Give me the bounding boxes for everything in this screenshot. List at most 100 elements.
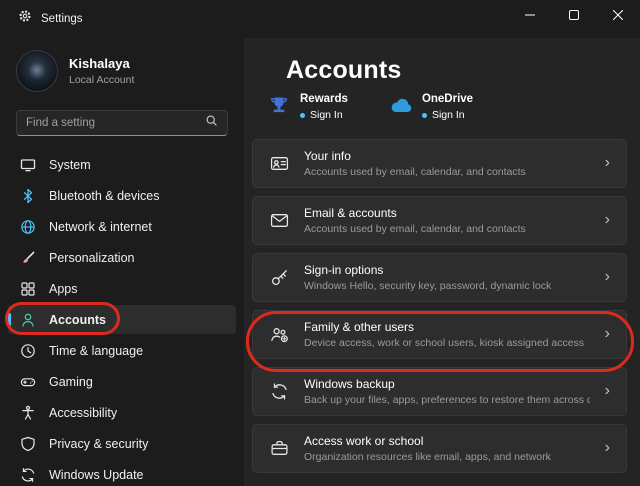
row-description: Accounts used by email, calendar, and co… (304, 223, 590, 235)
sidebar-item-gaming[interactable]: Gaming (8, 367, 236, 396)
chevron-right-icon: › (605, 440, 610, 458)
page-title: Accounts (286, 56, 627, 85)
row-title: Sign-in options (304, 263, 590, 277)
window-controls (508, 0, 640, 30)
bullet-dot-icon (422, 113, 427, 118)
sign-in-label: Sign In (310, 109, 343, 121)
gaming-icon (20, 374, 36, 390)
rewards-icon (266, 94, 291, 116)
settings-row-windows-backup[interactable]: Windows backup Back up your files, apps,… (252, 367, 627, 416)
search-box[interactable] (16, 110, 228, 136)
windows-update-icon (20, 467, 36, 483)
chevron-right-icon: › (605, 155, 610, 173)
row-text: Access work or school Organization resou… (304, 434, 590, 463)
close-button[interactable] (596, 0, 640, 30)
user-profile[interactable]: Kishalaya Local Account (0, 38, 244, 106)
sidebar-item-label: Bluetooth & devices (49, 189, 160, 203)
onedrive-promo-text: OneDrive Sign In (422, 93, 473, 121)
chevron-right-icon: › (605, 326, 610, 344)
system-icon (20, 157, 36, 173)
sidebar-item-label: Time & language (49, 344, 143, 358)
work-school-icon (269, 439, 289, 458)
settings-row-email-accounts[interactable]: Email & accounts Accounts used by email,… (252, 196, 627, 245)
sidebar-item-time-language[interactable]: Time & language (8, 336, 236, 365)
sign-in-label: Sign In (432, 109, 465, 121)
onedrive-title: OneDrive (422, 93, 473, 105)
row-text: Email & accounts Accounts used by email,… (304, 206, 590, 235)
sidebar-item-accounts[interactable]: Accounts (8, 305, 236, 334)
sidebar-item-label: Accessibility (49, 406, 117, 420)
family-users-icon (269, 325, 289, 344)
sidebar-item-label: Network & internet (49, 220, 152, 234)
bullet-dot-icon (300, 113, 305, 118)
maximize-icon (569, 10, 579, 20)
sidebar-item-network-internet[interactable]: Network & internet (8, 212, 236, 241)
windows-backup-icon (269, 382, 289, 401)
chevron-right-icon: › (605, 269, 610, 287)
close-icon (613, 10, 623, 20)
apps-icon (20, 281, 36, 297)
settings-row-access-work-school[interactable]: Access work or school Organization resou… (252, 424, 627, 473)
rewards-promo: Rewards Sign In (266, 93, 348, 121)
sidebar-item-accessibility[interactable]: Accessibility (8, 398, 236, 427)
onedrive-icon (388, 94, 413, 116)
privacy-icon (20, 436, 36, 452)
user-info: Kishalaya Local Account (69, 56, 134, 86)
sidebar-item-label: System (49, 158, 91, 172)
main-content: Accounts Rewards Sign In (244, 38, 640, 486)
chevron-right-icon: › (605, 212, 610, 230)
sidebar-item-personalization[interactable]: Personalization (8, 243, 236, 272)
minimize-button[interactable] (508, 0, 552, 30)
rewards-promo-text: Rewards Sign In (300, 93, 348, 121)
accounts-icon (20, 312, 36, 328)
sidebar-item-apps[interactable]: Apps (8, 274, 236, 303)
row-description: Back up your files, apps, preferences to… (304, 394, 590, 406)
row-title: Windows backup (304, 377, 590, 391)
row-text: Windows backup Back up your files, apps,… (304, 377, 590, 406)
sidebar-nav: System Bluetooth & devices Network & int… (0, 146, 244, 486)
chevron-right-icon: › (605, 383, 610, 401)
avatar (16, 50, 58, 92)
row-title: Email & accounts (304, 206, 590, 220)
row-description: Device access, work or school users, kio… (304, 337, 590, 349)
settings-row-family-other-users[interactable]: Family & other users Device access, work… (252, 310, 627, 359)
row-title: Access work or school (304, 434, 590, 448)
settings-list: Your info Accounts used by email, calend… (252, 139, 627, 473)
user-account-type: Local Account (69, 74, 134, 86)
row-text: Family & other users Device access, work… (304, 320, 590, 349)
search-input[interactable] (26, 117, 199, 129)
sidebar-item-windows-update[interactable]: Windows Update (8, 460, 236, 486)
titlebar-left: Settings (0, 0, 83, 28)
your-info-icon (269, 154, 289, 173)
maximize-button[interactable] (552, 0, 596, 30)
row-description: Accounts used by email, calendar, and co… (304, 166, 590, 178)
sidebar-item-privacy-security[interactable]: Privacy & security (8, 429, 236, 458)
sidebar-item-bluetooth-devices[interactable]: Bluetooth & devices (8, 181, 236, 210)
app-title: Settings (41, 13, 83, 25)
search-icon (205, 114, 218, 132)
sidebar-item-label: Personalization (49, 251, 134, 265)
personalization-icon (20, 250, 36, 266)
time-language-icon (20, 343, 36, 359)
sidebar-item-label: Privacy & security (49, 437, 148, 451)
network-icon (20, 219, 36, 235)
accessibility-icon (20, 405, 36, 421)
rewards-title: Rewards (300, 93, 348, 105)
titlebar: Settings (0, 0, 640, 38)
settings-row-your-info[interactable]: Your info Accounts used by email, calend… (252, 139, 627, 188)
settings-window: Settings Kishalaya (0, 0, 640, 486)
settings-row-signin-options[interactable]: Sign-in options Windows Hello, security … (252, 253, 627, 302)
onedrive-promo: OneDrive Sign In (388, 93, 473, 121)
sidebar-item-system[interactable]: System (8, 150, 236, 179)
sidebar-item-label: Apps (49, 282, 78, 296)
row-title: Your info (304, 149, 590, 163)
email-accounts-icon (269, 211, 289, 230)
row-text: Your info Accounts used by email, calend… (304, 149, 590, 178)
row-description: Windows Hello, security key, password, d… (304, 280, 590, 292)
rewards-sign-in-link[interactable]: Sign In (300, 109, 348, 121)
sidebar: Kishalaya Local Account System Bluet (0, 38, 244, 486)
user-name: Kishalaya (69, 56, 134, 72)
onedrive-sign-in-link[interactable]: Sign In (422, 109, 473, 121)
row-title: Family & other users (304, 320, 590, 334)
bluetooth-icon (20, 188, 36, 204)
